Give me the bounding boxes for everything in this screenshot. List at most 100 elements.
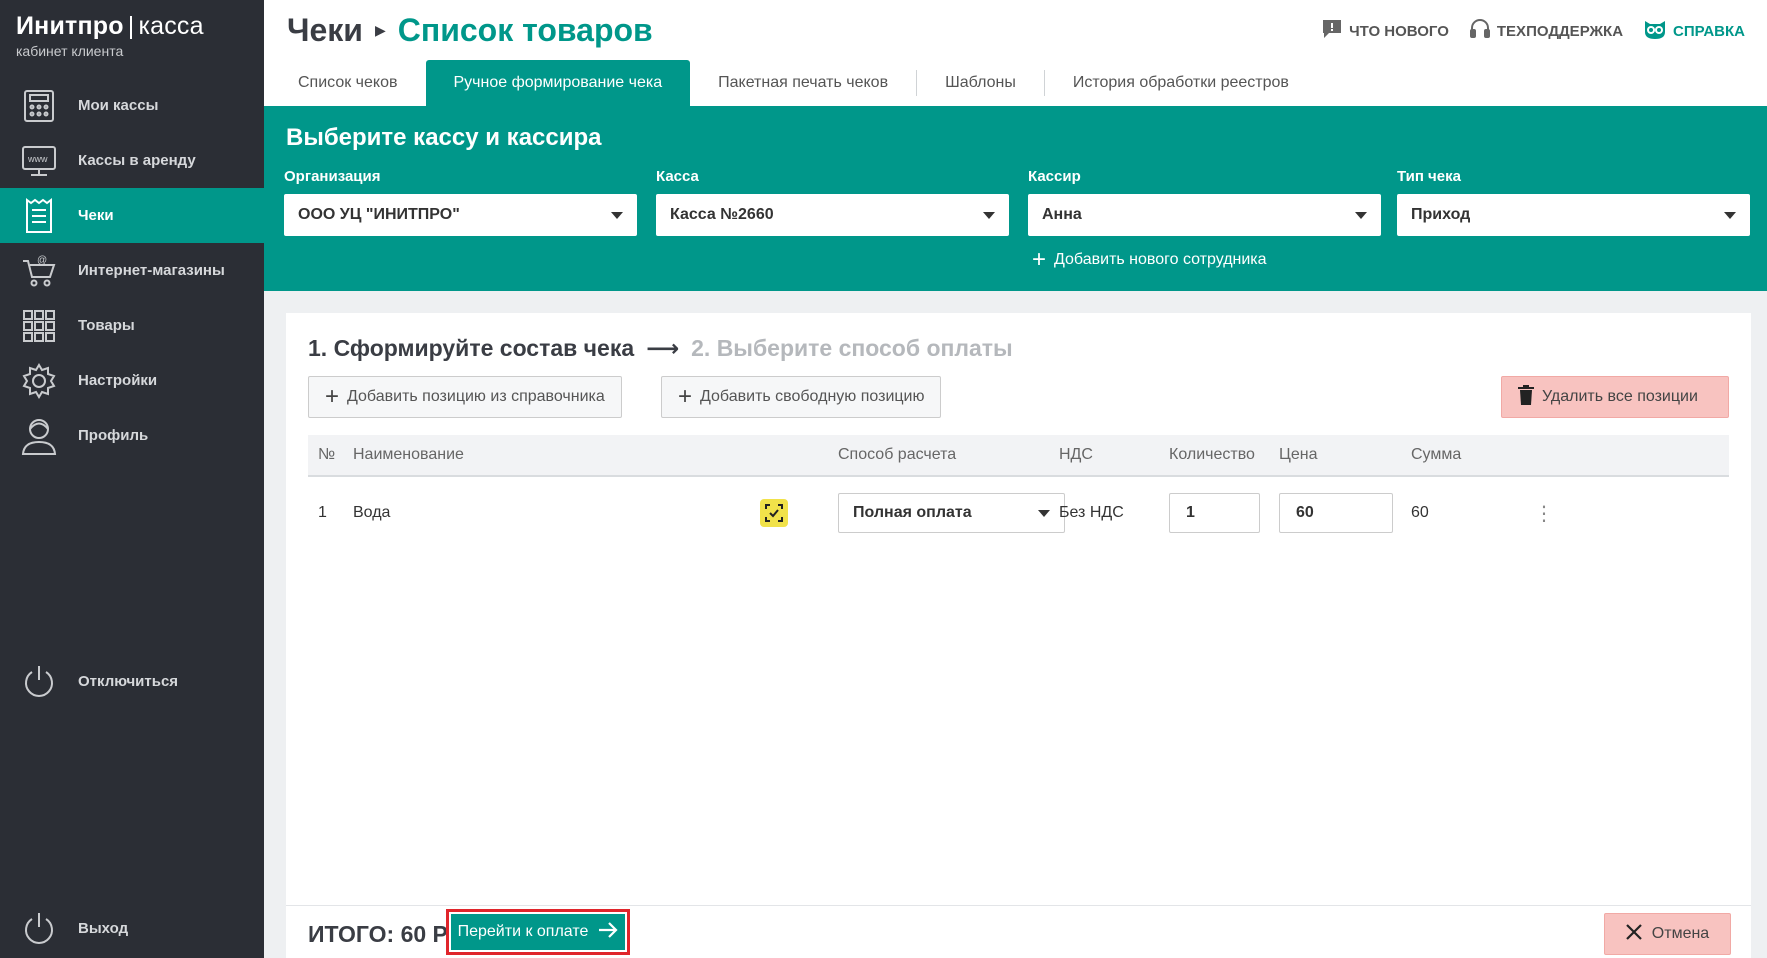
sidebar-item-label: Кассы в аренду [78,152,196,169]
quantity-input[interactable]: 1 [1169,493,1260,533]
brand-name: Инитпро [16,12,124,40]
chevron-down-icon [1038,509,1050,517]
register-select[interactable]: Касса №2660 [656,194,1009,236]
support-label: ТЕХПОДДЕРЖКА [1496,22,1624,40]
tab-receipt-list[interactable]: Список чеков [270,60,426,106]
shopping-cart-icon: @ [18,250,60,292]
table-header: № Наименование Способ расчета НДС Количе… [308,435,1729,477]
go-to-payment-button[interactable]: Перейти к оплате [446,909,630,955]
trash-icon [1518,384,1534,410]
sidebar-item-rent-registers[interactable]: www Кассы в аренду [0,133,264,188]
brand-product: касса [138,12,204,40]
sidebar-item-profile[interactable]: Профиль [0,408,264,463]
sidebar-nav: Мои кассы www Кассы в аренду Чеки @ Инте… [0,78,264,463]
footer-divider [286,905,1751,906]
add-employee-label: Добавить нового сотрудника [1054,251,1267,268]
price-input[interactable]: 60 [1279,493,1393,533]
headset-icon [1469,18,1491,44]
receipt-type-value: Приход [1411,206,1471,223]
organization-label: Организация [284,168,381,185]
col-sum: Сумма [1411,446,1462,463]
row-name: Вода [353,504,391,521]
price-value: 60 [1296,504,1314,521]
plus-icon: + [678,383,693,410]
page-title: Список товаров [397,12,653,48]
marking-icon[interactable] [760,499,788,527]
col-vat: НДС [1059,446,1093,463]
breadcrumb-arrow-icon: ▶ [374,22,386,38]
add-free-position-label: Добавить свободную позицию [700,388,925,405]
cashier-value: Анна [1042,206,1082,223]
sidebar-item-label: Товары [78,317,135,334]
sidebar-item-settings[interactable]: Настройки [0,353,264,408]
cashier-select[interactable]: Анна [1028,194,1381,236]
tab-registry-history[interactable]: История обработки реестров [1045,60,1317,106]
col-price: Цена [1279,446,1318,463]
sidebar: Инитпро | касса кабинет клиента Мои кассы … [0,0,264,958]
tab-manual-receipt[interactable]: Ручное формирование чека [425,60,691,106]
organization-select[interactable]: ООО УЦ "ИНИТПРО" [284,194,637,236]
col-payment-method: Способ расчета [838,446,957,463]
add-employee-link[interactable]: + Добавить нового сотрудника [1032,248,1267,272]
logout-button[interactable]: Выход [18,907,128,949]
add-from-catalog-button[interactable]: + Добавить позицию из справочника [308,376,622,418]
disconnect-label: Отключиться [78,672,179,690]
cancel-label: Отмена [1651,925,1710,942]
add-free-position-button[interactable]: + Добавить свободную позицию [661,376,942,418]
help-label: СПРАВКА [1673,22,1745,40]
header-links: ЧТО НОВОГО ТЕХПОДДЕРЖКА СПРАВКА [1321,18,1745,44]
power-icon [18,907,60,949]
payment-method-value: Полная оплата [853,504,972,521]
step-2-title: 2. Выберите способ оплаты [691,335,1013,361]
col-quantity: Количество [1169,446,1255,463]
brand-logo[interactable]: Инитпро | касса кабинет клиента [16,12,204,59]
help-link[interactable]: СПРАВКА [1643,18,1745,44]
sidebar-item-receipts[interactable]: Чеки [0,188,264,243]
register-field: Касса Касса №2660 [656,168,1009,236]
register-cashier-panel: Выберите кассу и кассира Организация ООО… [264,106,1767,291]
disconnect-button[interactable]: Отключиться [18,660,178,702]
plus-icon: + [325,383,340,410]
svg-text:www: www [27,154,48,164]
col-name: Наименование [353,446,464,463]
row-num: 1 [318,504,327,521]
tab-bar: Список чеков Ручное формирование чека Па… [264,60,1767,106]
more-options-icon[interactable]: ⋮ [1534,501,1554,526]
tab-batch-print[interactable]: Пакетная печать чеков [690,60,916,106]
breadcrumb-root[interactable]: Чеки [287,12,363,49]
receipt-type-select[interactable]: Приход [1397,194,1750,236]
sidebar-item-label: Профиль [78,427,149,444]
grid-icon [18,305,60,347]
arrow-right-icon: ⟶ [646,335,680,361]
user-icon [18,415,60,457]
breadcrumb: Чеки ▶ Список товаров [287,12,653,49]
table-row: 1 Вода Полная оплата Без НДС 1 60 60 ⋮ [308,477,1729,549]
quantity-value: 1 [1186,504,1195,521]
cashier-field: Кассир Анна [1028,168,1381,236]
sidebar-item-label: Интернет-магазины [78,262,225,279]
www-monitor-icon: www [18,140,60,182]
svg-text:@: @ [37,255,47,266]
positions-table: № Наименование Способ расчета НДС Количе… [308,435,1729,549]
sidebar-item-products[interactable]: Товары [0,298,264,353]
total-amount: ИТОГО: 60 Р [308,921,448,947]
register-label: Касса [656,168,699,185]
tab-templates[interactable]: Шаблоны [917,60,1044,106]
receipt-type-label: Тип чека [1397,168,1461,185]
go-to-payment-label: Перейти к оплате [457,923,589,940]
receipt-icon [18,195,60,237]
speech-bubble-icon [1321,18,1343,44]
whats-new-link[interactable]: ЧТО НОВОГО [1321,18,1449,44]
chevron-down-icon [611,211,623,219]
sidebar-item-label: Настройки [78,372,158,389]
cancel-button[interactable]: Отмена [1604,913,1731,955]
payment-method-select[interactable]: Полная оплата [838,493,1065,533]
gear-icon [18,360,60,402]
logout-label: Выход [78,919,129,937]
delete-all-button[interactable]: Удалить все позиции [1501,376,1729,418]
step-1-title: 1. Сформируйте состав чека [308,335,635,361]
sidebar-item-my-registers[interactable]: Мои кассы [0,78,264,133]
support-link[interactable]: ТЕХПОДДЕРЖКА [1469,18,1623,44]
sidebar-item-online-stores[interactable]: @ Интернет-магазины [0,243,264,298]
receipt-composer-card: 1. Сформируйте состав чека ⟶ 2. Выберите… [286,313,1751,958]
